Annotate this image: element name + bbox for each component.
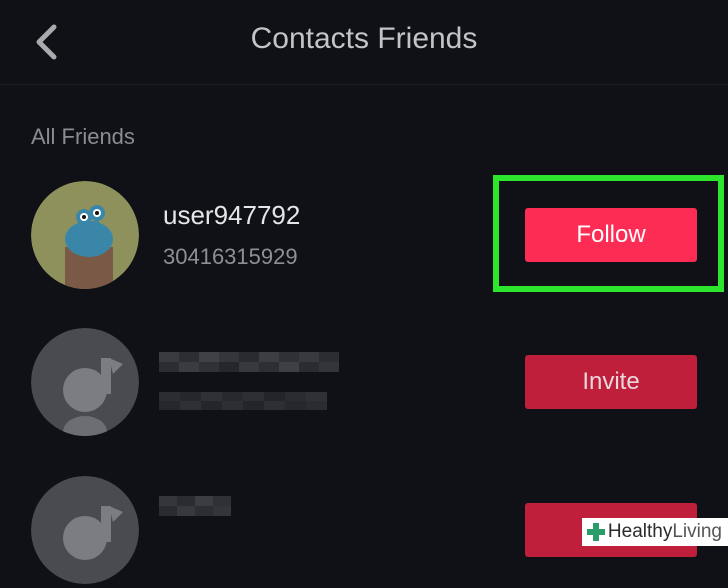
- contact-row: Invite: [0, 320, 728, 440]
- avatar[interactable]: [31, 181, 139, 289]
- highlight-box: [493, 175, 724, 292]
- app-header: Contacts Friends: [0, 0, 728, 85]
- contact-phone: 30416315929: [163, 244, 298, 269]
- watermark-brand: Healthy: [607, 521, 673, 542]
- blurred-name: [159, 496, 231, 516]
- section-label: All Friends: [31, 124, 135, 149]
- avatar[interactable]: [31, 328, 139, 436]
- page-title: Contacts Friends: [250, 22, 478, 55]
- watermark: Healthy Living: [581, 518, 728, 546]
- contact-name: user947792: [163, 200, 301, 230]
- blurred-name: [159, 352, 339, 372]
- watermark-brand-suffix: Living: [672, 521, 722, 542]
- plus-icon: [586, 523, 605, 541]
- blurred-phone: [159, 392, 327, 410]
- invite-button[interactable]: Invite: [525, 355, 697, 409]
- avatar[interactable]: [31, 476, 139, 584]
